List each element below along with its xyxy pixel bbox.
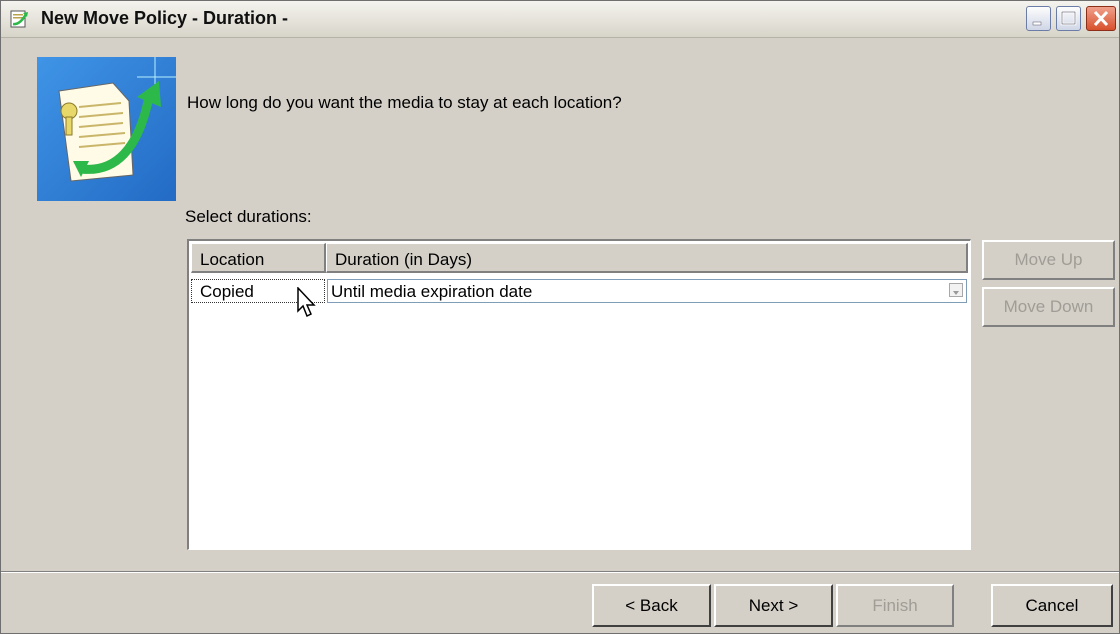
minimize-button[interactable] (1026, 6, 1051, 31)
question-text: How long do you want the media to stay a… (187, 93, 622, 112)
app-icon (10, 10, 28, 28)
move-down-button[interactable]: Move Down (982, 287, 1115, 327)
mouse-cursor-icon (297, 287, 316, 318)
window-title: New Move Policy - Duration - (41, 8, 289, 28)
durations-table[interactable]: Location Duration (in Days) Copied Until… (187, 239, 971, 550)
cancel-button[interactable]: Cancel (991, 584, 1113, 627)
move-up-button[interactable]: Move Up (982, 240, 1115, 280)
duration-value: Until media expiration date (331, 282, 533, 301)
close-button[interactable] (1086, 6, 1116, 31)
maximize-button[interactable] (1056, 6, 1081, 31)
column-header-location[interactable]: Location (191, 243, 326, 273)
finish-button[interactable]: Finish (836, 584, 954, 627)
select-durations-label: Select durations: (185, 207, 312, 226)
column-header-duration[interactable]: Duration (in Days) (326, 243, 968, 273)
close-icon (1093, 10, 1109, 27)
minimize-icon (1032, 21, 1042, 26)
back-button[interactable]: < Back (592, 584, 711, 627)
wizard-document-icon (37, 57, 176, 201)
maximize-icon (1060, 10, 1077, 26)
dropdown-arrow-icon[interactable] (949, 283, 963, 297)
duration-combobox[interactable]: Until media expiration date (327, 279, 967, 303)
title-bar[interactable]: New Move Policy - Duration - (1, 1, 1119, 38)
wizard-window: New Move Policy - Duration - How long do… (0, 0, 1120, 634)
next-button[interactable]: Next > (714, 584, 833, 627)
